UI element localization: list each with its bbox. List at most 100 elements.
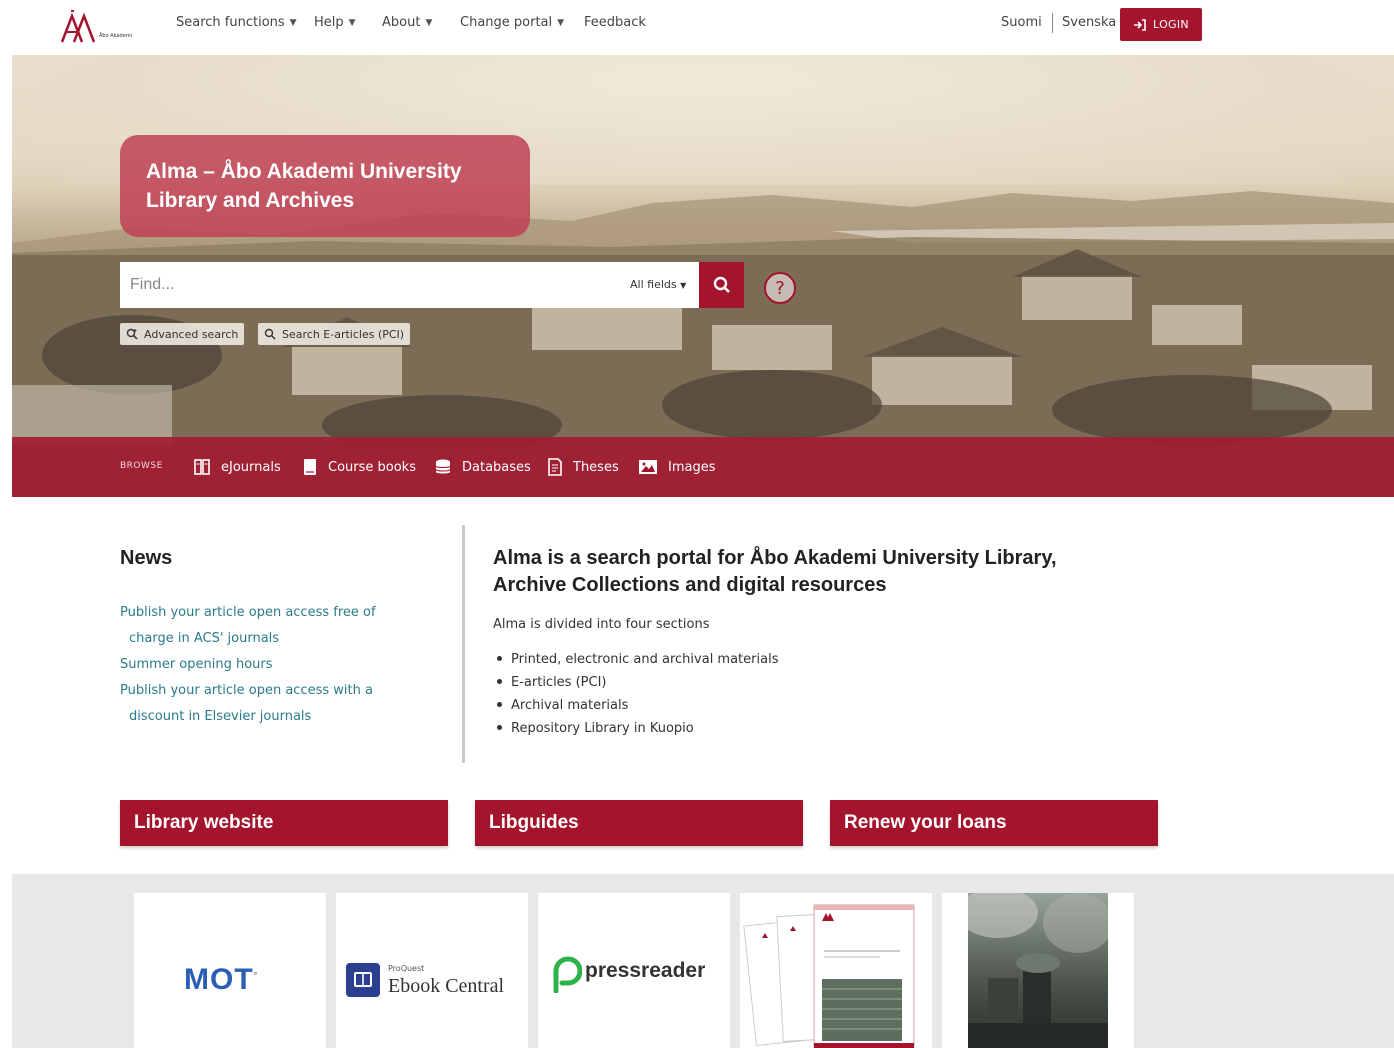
advanced-search-icon bbox=[126, 328, 138, 340]
news-link-summer-hours[interactable]: Summer opening hours bbox=[120, 652, 420, 678]
search-input[interactable] bbox=[120, 262, 620, 308]
book-icon bbox=[304, 459, 316, 475]
nav-feedback[interactable]: Feedback bbox=[584, 15, 646, 30]
list-item-text: Repository Library in Kuopio bbox=[511, 721, 694, 736]
logo-text: Åbo Akademi bbox=[99, 33, 133, 39]
news-link-acs[interactable]: Publish your article open access free of… bbox=[120, 600, 420, 652]
publication-covers-image bbox=[743, 904, 915, 1048]
list-item-text: Printed, electronic and archival materia… bbox=[511, 652, 779, 667]
chevron-down-icon: ▼ bbox=[348, 18, 356, 28]
lang-separator bbox=[1052, 13, 1053, 33]
chevron-down-icon: ▼ bbox=[289, 18, 297, 28]
archive-photo-image bbox=[958, 893, 1113, 1048]
help-icon: ? bbox=[775, 277, 785, 299]
list-item-text: Archival materials bbox=[511, 698, 629, 713]
login-label: LOGIN bbox=[1153, 18, 1189, 31]
advanced-search-label: Advanced search bbox=[144, 327, 239, 341]
search-icon bbox=[713, 276, 730, 293]
library-website-button[interactable]: Library website bbox=[120, 800, 448, 846]
nav-label: Help bbox=[314, 15, 344, 30]
search-field-select[interactable]: All fields ▼ bbox=[630, 278, 686, 291]
mot-logo: MOT° bbox=[184, 963, 259, 996]
nav-about[interactable]: About ▼ bbox=[382, 15, 432, 30]
journal-icon bbox=[194, 459, 210, 475]
browse-item-label: Course books bbox=[328, 459, 416, 475]
ebook-central-icon bbox=[346, 963, 380, 997]
portal-title: Alma – Åbo Akademi University Library an… bbox=[146, 160, 462, 212]
sign-in-icon bbox=[1134, 18, 1146, 31]
top-navigation: Åbo Akademi Search functions ▼ Help ▼ Abou… bbox=[0, 0, 1394, 50]
resource-card-pressreader[interactable]: pressreader bbox=[538, 893, 730, 1048]
browse-course-books[interactable]: Course books bbox=[302, 458, 416, 476]
nav-help[interactable]: Help ▼ bbox=[314, 15, 356, 30]
news-link-elsevier[interactable]: Publish your article open access with a … bbox=[120, 678, 420, 730]
resource-card-mot[interactable]: MOT° bbox=[134, 893, 326, 1048]
pressreader-icon bbox=[553, 956, 582, 993]
logo-mark-icon bbox=[60, 10, 96, 43]
nav-label: Feedback bbox=[584, 15, 646, 30]
news-heading: News bbox=[120, 547, 173, 569]
search-help-button[interactable]: ? bbox=[764, 272, 796, 304]
lang-svenska[interactable]: Svenska bbox=[1062, 15, 1116, 30]
portal-title-box: Alma – Åbo Akademi University Library an… bbox=[120, 135, 530, 237]
chevron-down-icon: ▼ bbox=[680, 281, 687, 290]
browse-item-label: eJournals bbox=[221, 459, 281, 475]
list-item: Archival materials bbox=[497, 694, 778, 717]
search-bar: All fields ▼ bbox=[120, 262, 699, 308]
news-link-text: Summer opening hours bbox=[120, 657, 273, 672]
bullet-icon bbox=[497, 656, 502, 661]
bullet-icon bbox=[497, 725, 502, 730]
browse-item-label: Images bbox=[668, 459, 716, 475]
about-sections-list: Printed, electronic and archival materia… bbox=[497, 648, 778, 740]
resource-card-publications[interactable] bbox=[740, 893, 932, 1048]
nav-change-portal[interactable]: Change portal ▼ bbox=[460, 15, 564, 30]
browse-databases[interactable]: Databases bbox=[434, 458, 531, 476]
login-button[interactable]: LOGIN bbox=[1120, 8, 1202, 41]
nav-search-functions[interactable]: Search functions ▼ bbox=[176, 15, 297, 30]
news-list: Publish your article open access free of… bbox=[120, 600, 420, 730]
search-earticles-button[interactable]: Search E-articles (PCI) bbox=[258, 323, 411, 345]
image-icon bbox=[639, 460, 657, 474]
bullet-icon bbox=[497, 702, 502, 707]
list-item: Repository Library in Kuopio bbox=[497, 717, 778, 740]
about-intro: Alma is divided into four sections bbox=[493, 617, 710, 632]
resource-card-archive-photo[interactable] bbox=[942, 893, 1134, 1048]
resource-card-ebook-central[interactable]: ProQuest Ebook Central bbox=[336, 893, 528, 1048]
mot-logo-text: MOT bbox=[184, 963, 254, 996]
about-heading: Alma is a search portal for Åbo Akademi … bbox=[493, 547, 1057, 596]
browse-images[interactable]: Images bbox=[638, 458, 716, 476]
proquest-label: ProQuest bbox=[388, 964, 425, 973]
search-earticles-label: Search E-articles (PCI) bbox=[282, 327, 405, 341]
nav-label: Change portal bbox=[460, 15, 553, 30]
bullet-icon bbox=[497, 679, 502, 684]
news-link-text: charge in ACS' journals bbox=[129, 631, 280, 646]
list-item: Printed, electronic and archival materia… bbox=[497, 648, 778, 671]
libguides-button[interactable]: Libguides bbox=[475, 800, 803, 846]
chevron-down-icon: ▼ bbox=[425, 18, 433, 28]
browse-item-label: Theses bbox=[573, 459, 619, 475]
search-icon bbox=[264, 328, 276, 340]
renew-loans-button[interactable]: Renew your loans bbox=[830, 800, 1158, 846]
browse-label: BROWSE bbox=[120, 461, 163, 471]
database-icon bbox=[435, 459, 451, 474]
advanced-search-button[interactable]: Advanced search bbox=[120, 323, 245, 345]
news-link-text: Publish your article open access with a bbox=[120, 683, 373, 698]
nav-label: Search functions bbox=[176, 15, 285, 30]
list-item: E-articles (PCI) bbox=[497, 671, 778, 694]
browse-ejournals[interactable]: eJournals bbox=[193, 458, 281, 476]
search-button[interactable] bbox=[699, 262, 744, 308]
field-select-label: All fields bbox=[630, 278, 677, 291]
browse-theses[interactable]: Theses bbox=[547, 458, 619, 476]
chevron-down-icon: ▼ bbox=[557, 18, 565, 28]
pressreader-label: pressreader bbox=[585, 959, 706, 982]
browse-item-label: Databases bbox=[462, 459, 531, 475]
thesis-icon bbox=[548, 458, 562, 476]
hero-banner: Alma – Åbo Akademi University Library an… bbox=[12, 55, 1394, 497]
news-link-text: discount in Elsevier journals bbox=[129, 709, 312, 724]
section-divider bbox=[462, 525, 465, 763]
ebook-central-label: Ebook Central bbox=[388, 975, 505, 997]
nav-label: About bbox=[382, 15, 421, 30]
lang-suomi[interactable]: Suomi bbox=[1001, 15, 1042, 30]
news-link-text: Publish your article open access free of bbox=[120, 605, 376, 620]
browse-bar: BROWSE eJournals Course books Databases bbox=[12, 437, 1394, 497]
